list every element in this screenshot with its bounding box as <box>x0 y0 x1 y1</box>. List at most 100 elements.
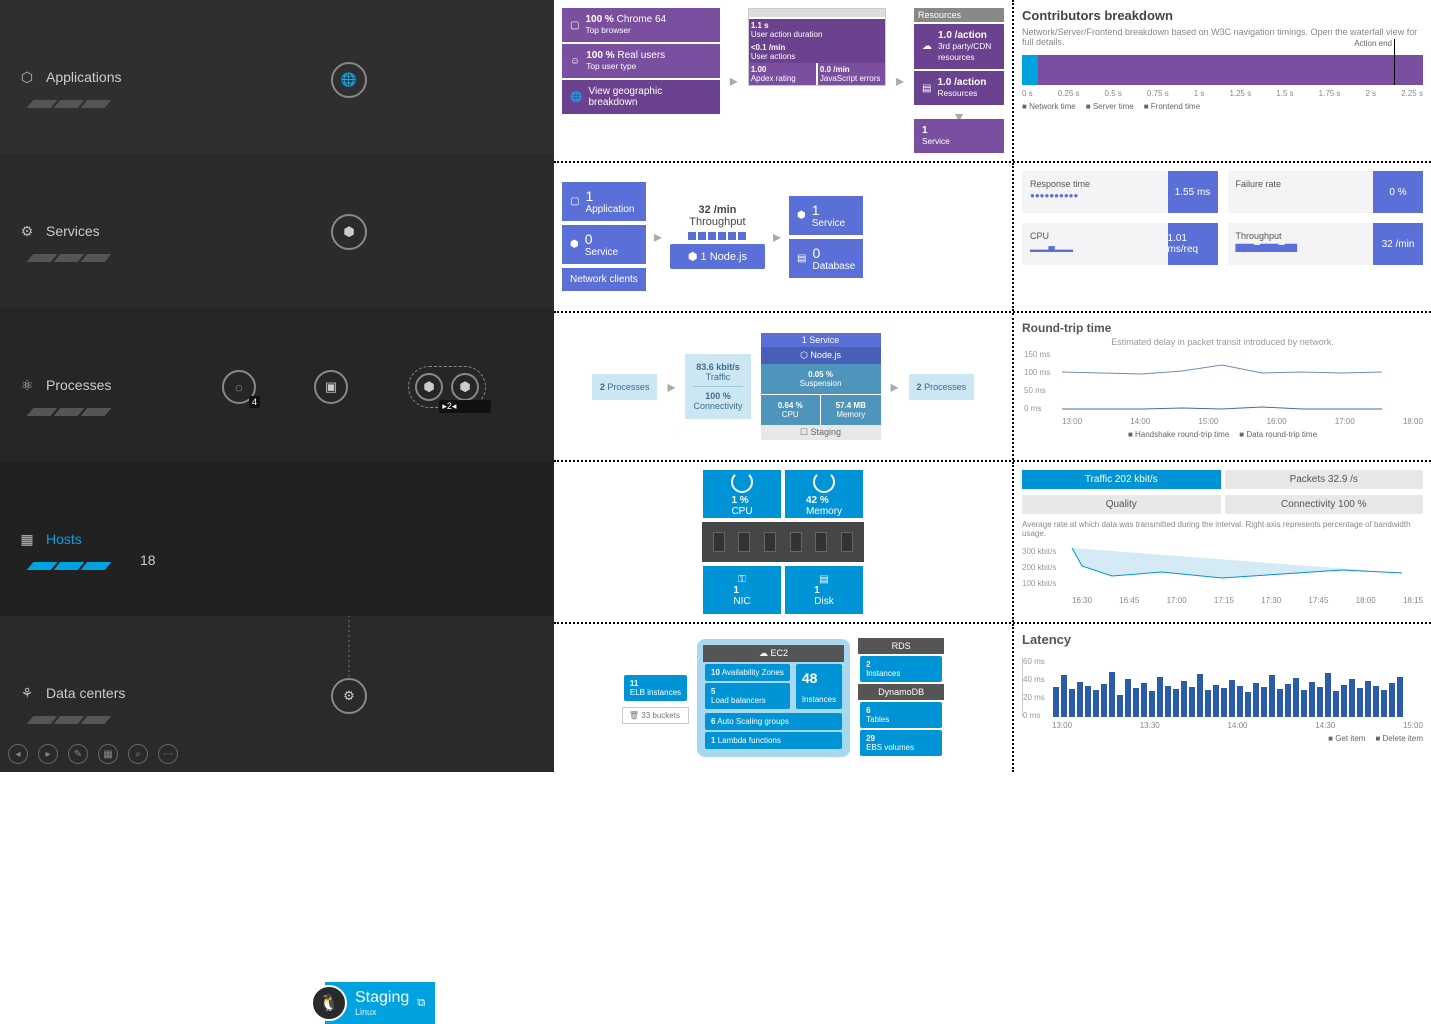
process-node-1[interactable]: ◌4 <box>222 370 256 404</box>
tab-quality[interactable]: Quality <box>1022 495 1221 514</box>
elb-tile[interactable]: 11ELB instances <box>624 675 687 701</box>
tab-packets[interactable]: Packets 32.9 /s <box>1225 470 1424 489</box>
toolbar: ◂ ▸ ✎ ▦ ⌕ ⋯ <box>8 744 178 764</box>
host-count: 18 <box>140 552 156 568</box>
process-group[interactable]: ⬢ ⬢ ▸2◂ <box>408 366 486 408</box>
latency-chart[interactable]: 60 ms 40 ms 20 ms 0 ms <box>1022 657 1423 717</box>
tab-traffic[interactable]: Traffic 202 kbit/s <box>1022 470 1221 489</box>
mem-tile[interactable]: 42 %Memory <box>785 470 863 518</box>
svg-text:0 ms: 0 ms <box>1024 404 1041 413</box>
fwd-icon[interactable]: ▸ <box>38 744 58 764</box>
host-icon: ▦ <box>18 530 36 548</box>
svc-tile[interactable]: ⬢ 0Service <box>562 225 646 264</box>
resources-header: Resources <box>914 8 1004 22</box>
expand-icon[interactable]: ⧉ <box>417 997 425 1010</box>
geo-link[interactable]: 🌐 View geographic breakdown <box>562 80 720 114</box>
processes-panel: 2 Processes ▸ 83.6 kbit/sTraffic100 %Con… <box>554 313 1014 461</box>
svg-text:100 ms: 100 ms <box>1024 368 1050 377</box>
hexagon-icon: ⬡ <box>18 68 36 86</box>
res-tile[interactable]: ▤ 1.0 /actionResources <box>914 71 1004 105</box>
s3-tile[interactable]: 🗑 33 buckets <box>622 707 689 724</box>
net-tile[interactable]: Network clients <box>562 268 646 291</box>
tab-connectivity[interactable]: Connectivity 100 % <box>1225 495 1424 514</box>
in-processes[interactable]: 2 Processes <box>592 374 658 400</box>
layer-label: Processes <box>46 377 111 393</box>
latency-panel: Latency 60 ms 40 ms 20 ms 0 ms 13:0013:3… <box>1014 624 1431 772</box>
svg-text:200 kbit/s: 200 kbit/s <box>1022 563 1056 572</box>
edit-icon[interactable]: ✎ <box>68 744 88 764</box>
host-name: Staging <box>355 989 409 1006</box>
browser-frame: 1.1 sUser action duration <0.1 /minUser … <box>748 8 886 86</box>
service-metrics: Response time●●●●●●●●●●1.55 ms Failure r… <box>1014 163 1431 311</box>
layer-services[interactable]: ⚙ Services ⬢ <box>0 154 554 308</box>
layer-label: Services <box>46 223 100 239</box>
svg-text:150 ms: 150 ms <box>1024 350 1050 359</box>
process-card[interactable]: 1 Service ⬡ Node.js 0.05 %Suspension 0.6… <box>761 333 881 440</box>
dc-node[interactable]: ⚙ <box>331 678 367 714</box>
users-tile[interactable]: ☺ 100 % Real usersTop user type <box>562 44 720 78</box>
metric-failure[interactable]: Failure rate0 % <box>1228 171 1424 213</box>
out-processes[interactable]: 2 Processes <box>909 374 975 400</box>
service-node[interactable]: ⬢ <box>331 214 367 250</box>
layer-processes[interactable]: ⚛ Processes ◌4 ▣ ⬢ ⬢ ▸2◂ <box>0 308 554 462</box>
hosts-panel: 1 %CPU 42 %Memory ⚿1NIC ▤1Disk <box>554 462 1014 622</box>
out-svc-tile[interactable]: ⬢ 1Service <box>789 196 863 235</box>
layer-label: Hosts <box>46 531 82 547</box>
metric-response[interactable]: Response time●●●●●●●●●●1.55 ms <box>1022 171 1218 213</box>
badge: 4 <box>249 396 260 408</box>
res-tile[interactable]: ☁ 1.0 /action3rd party/CDN resources <box>914 24 1004 69</box>
gear-icon: ⚙ <box>18 222 36 240</box>
badge: ▸2◂ <box>439 400 491 413</box>
svg-text:300 kbit/s: 300 kbit/s <box>1022 547 1056 556</box>
panel-title: Contributors breakdown <box>1022 8 1423 23</box>
process-icon: ⚛ <box>18 376 36 394</box>
out-db-tile[interactable]: ▤ 0Database <box>789 239 863 278</box>
datacenter-panel: 11ELB instances 🗑 33 buckets ☁ EC2 10 Av… <box>554 624 1014 772</box>
smartscape-sidebar: ⬡ Applications 🌐 ⚙ Services ⬢ ⚛ Processes ◌… <box>0 0 554 772</box>
services-panel: ▢ 1Application ⬢ 0Service Network client… <box>554 163 1014 311</box>
svg-text:100 kbit/s: 100 kbit/s <box>1022 579 1056 588</box>
linux-icon: 🐧 <box>311 985 347 1021</box>
panel-title: Latency <box>1022 632 1423 647</box>
rtt-panel: Round-trip time Estimated delay in packe… <box>1014 313 1431 461</box>
cpu-tile[interactable]: 1 %CPU <box>703 470 781 518</box>
layer-hosts[interactable]: ▦Hosts 18 🐧 StagingLinux ⧉ <box>0 462 554 616</box>
browser-tile[interactable]: ▢ 100 % Chrome 64Top browser <box>562 8 720 42</box>
disk-tile[interactable]: ▤1Disk <box>785 566 863 614</box>
rtt-chart[interactable]: 150 ms 100 ms 50 ms 0 ms <box>1022 347 1423 417</box>
traffic-tile[interactable]: 83.6 kbit/sTraffic100 %Connectivity <box>685 354 750 419</box>
search-icon[interactable]: ⌕ <box>128 744 148 764</box>
x-axis: 0 s0.25 s0.5 s0.75 s1 s1.25 s1.5 s1.75 s… <box>1022 89 1423 98</box>
rds-header[interactable]: RDS <box>858 638 944 654</box>
server-icon <box>702 522 864 562</box>
metric-cpu[interactable]: CPU▂▂▂▅▂▂▂1.01 ms/req <box>1022 223 1218 265</box>
layer-label: Applications <box>46 69 122 85</box>
node-tile[interactable]: ⬢ 1 Node.js <box>670 244 765 269</box>
ec2-group[interactable]: ☁ EC2 10 Availability Zones 5Load balanc… <box>697 639 850 757</box>
more-icon[interactable]: ⋯ <box>158 744 178 764</box>
contributors-panel: Contributors breakdown Network/Server/Fr… <box>1014 0 1431 161</box>
applications-panel: ▢ 100 % Chrome 64Top browser ☺ 100 % Rea… <box>554 0 1014 161</box>
metric-throughput[interactable]: Throughput▇▇▇▆▇▇▇▆▇▇32 /min <box>1228 223 1424 265</box>
layer-applications[interactable]: ⬡ Applications 🌐 <box>0 0 554 154</box>
process-node-2[interactable]: ▣ <box>314 370 348 404</box>
arrow-icon: ▸ <box>896 71 904 91</box>
timeline-chart[interactable]: Action end <box>1022 55 1423 85</box>
host-network-panel: Traffic 202 kbit/s Packets 32.9 /s Quali… <box>1014 462 1431 622</box>
arrow-icon: ▸ <box>730 71 738 91</box>
svg-text:50 ms: 50 ms <box>1024 386 1046 395</box>
datacenter-icon: ⚘ <box>18 684 36 702</box>
traffic-chart[interactable]: 300 kbit/s 200 kbit/s 100 kbit/s <box>1022 546 1423 596</box>
app-tile[interactable]: ▢ 1Application <box>562 182 646 221</box>
grid-icon[interactable]: ▦ <box>98 744 118 764</box>
svc-tile[interactable]: 1Service <box>914 119 1004 153</box>
layer-label: Data centers <box>46 685 125 701</box>
app-node[interactable]: 🌐 <box>331 62 367 98</box>
host-card-selected[interactable]: 🐧 StagingLinux ⧉ <box>325 982 435 1024</box>
host-os: Linux <box>355 1007 409 1017</box>
panel-title: Round-trip time <box>1022 321 1423 335</box>
ddb-header[interactable]: DynamoDB <box>858 684 944 700</box>
nic-tile[interactable]: ⚿1NIC <box>703 566 781 614</box>
legend: Network timeServer timeFrontend time <box>1022 102 1423 111</box>
back-icon[interactable]: ◂ <box>8 744 28 764</box>
